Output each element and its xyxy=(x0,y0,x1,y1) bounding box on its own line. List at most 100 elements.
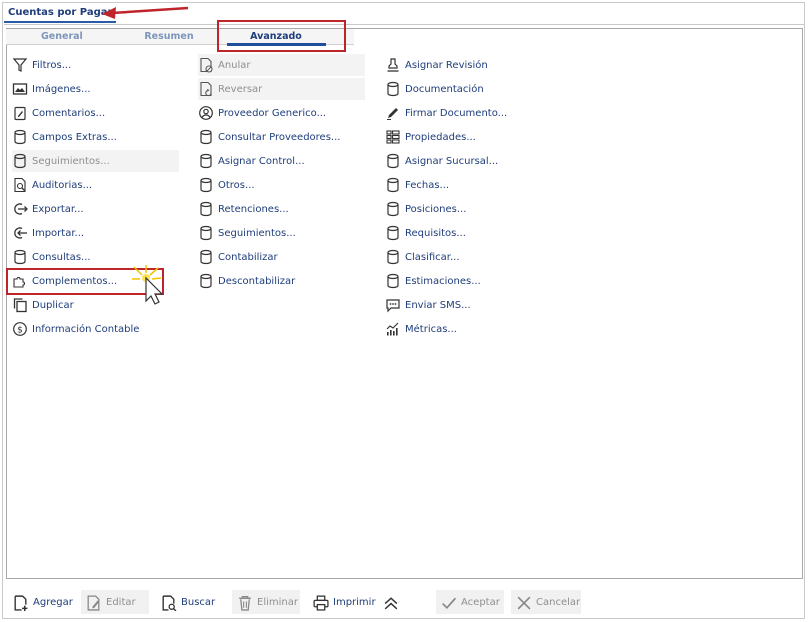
menu-item-consultas[interactable]: Consultas... xyxy=(12,246,91,268)
collapse-button[interactable] xyxy=(378,590,398,614)
menu-item-consultar-proveedores[interactable]: Consultar Proveedores... xyxy=(198,126,340,148)
sms-icon xyxy=(385,297,401,313)
menu-item-retenciones[interactable]: Retenciones... xyxy=(198,198,289,220)
check-icon xyxy=(440,594,457,611)
menu-item-label: Auditorias... xyxy=(32,179,93,191)
menu-item-filtros[interactable]: Filtros... xyxy=(12,54,71,76)
menu-item-label: Información Contable xyxy=(32,323,140,335)
pen-icon xyxy=(385,105,401,121)
menu-item-label: Enviar SMS... xyxy=(405,299,471,311)
menu-item-descontabilizar[interactable]: Descontabilizar xyxy=(198,270,295,292)
menu-item-requisitos[interactable]: Requisitos... xyxy=(385,222,466,244)
menu-item-seguimientos: Seguimientos... xyxy=(12,150,179,172)
menu-item-label: Retenciones... xyxy=(218,203,289,215)
database-icon xyxy=(198,201,214,217)
menu-item-label: Seguimientos... xyxy=(32,155,110,167)
menu-item-label: Filtros... xyxy=(32,59,72,71)
database-icon xyxy=(12,249,28,265)
agregar-button[interactable]: Agregar xyxy=(8,590,77,614)
menu-item-label: Reversar xyxy=(218,83,263,95)
menu-item-enviar-sms[interactable]: Enviar SMS... xyxy=(385,294,471,316)
menu-item-duplicar[interactable]: Duplicar xyxy=(12,294,74,316)
search-document-icon xyxy=(160,594,177,611)
menu-item-label: Firmar Documento... xyxy=(405,107,508,119)
menu-item-clasificar[interactable]: Clasificar... xyxy=(385,246,460,268)
editar-button[interactable]: Editar xyxy=(81,590,149,614)
menu-item-auditorias[interactable]: Auditorias... xyxy=(12,174,92,196)
menu-item-comentarios[interactable]: Comentarios... xyxy=(12,102,105,124)
button-label: Eliminar xyxy=(257,596,298,608)
bottom-toolbar: Agregar Editar Buscar Eliminar Imprimir Acept… xyxy=(6,588,803,616)
database-icon xyxy=(385,81,401,97)
tab-resumen[interactable]: Resumen xyxy=(144,31,194,42)
menu-item-label: Clasificar... xyxy=(405,251,460,263)
menu-item-label: Asignar Sucursal... xyxy=(405,155,499,167)
menu-item-label: Importar... xyxy=(32,227,85,239)
cancelar-button[interactable]: Cancelar xyxy=(511,590,581,614)
menu-item-label: Campos Extras... xyxy=(32,131,117,143)
filter-icon xyxy=(12,57,28,73)
database-icon xyxy=(385,201,401,217)
menu-item-proveedor-generico[interactable]: Proveedor Generico... xyxy=(198,102,326,124)
add-document-icon xyxy=(12,594,29,611)
svg-text:$: $ xyxy=(17,325,23,335)
document-cancel-icon xyxy=(198,57,214,73)
database-icon xyxy=(198,177,214,193)
dollar-circle-icon: $ xyxy=(12,321,28,337)
menu-item-imagenes[interactable]: Imágenes... xyxy=(12,78,91,100)
button-label: Aceptar xyxy=(461,596,500,608)
database-icon xyxy=(12,153,28,169)
menu-item-label: Métricas... xyxy=(405,323,457,335)
user-circle-icon xyxy=(198,105,214,121)
menu-item-label: Descontabilizar xyxy=(218,275,296,287)
menu-item-asignar-control[interactable]: Asignar Control... xyxy=(198,150,305,172)
menu-item-otros[interactable]: Otros... xyxy=(198,174,255,196)
menu-item-asignar-revision[interactable]: Asignar Revisión xyxy=(385,54,488,76)
menu-item-asignar-sucursal[interactable]: Asignar Sucursal... xyxy=(385,150,498,172)
database-icon xyxy=(385,249,401,265)
menu-item-exportar[interactable]: Exportar... xyxy=(12,198,84,220)
edit-icon xyxy=(85,594,102,611)
import-icon xyxy=(12,225,28,241)
menu-item-label: Otros... xyxy=(218,179,255,191)
database-icon xyxy=(198,249,214,265)
database-icon xyxy=(12,129,28,145)
menu-item-label: Propiedades... xyxy=(405,131,476,143)
tab-general[interactable]: General xyxy=(41,31,83,42)
menu-item-estimaciones[interactable]: Estimaciones... xyxy=(385,270,481,292)
menu-item-informacion-contable[interactable]: $ Información Contable xyxy=(12,318,139,340)
database-icon xyxy=(385,225,401,241)
menu-item-metricas[interactable]: Métricas... xyxy=(385,318,457,340)
document-undo-icon xyxy=(198,81,214,97)
menu-item-campos-extras[interactable]: Campos Extras... xyxy=(12,126,117,148)
menu-item-label: Posiciones... xyxy=(405,203,467,215)
menu-item-contabilizar[interactable]: Contabilizar xyxy=(198,246,278,268)
menu-item-firmar-documento[interactable]: Firmar Documento... xyxy=(385,102,507,124)
menu-item-importar[interactable]: Importar... xyxy=(12,222,84,244)
menu-item-fechas[interactable]: Fechas... xyxy=(385,174,449,196)
image-icon xyxy=(12,81,28,97)
trash-icon xyxy=(236,594,253,611)
chevron-double-up-icon xyxy=(382,594,399,611)
database-icon xyxy=(198,129,214,145)
aceptar-button[interactable]: Aceptar xyxy=(436,590,504,614)
audit-search-icon xyxy=(12,177,28,193)
button-label: Cancelar xyxy=(536,596,581,608)
imprimir-button[interactable]: Imprimir xyxy=(308,590,380,614)
menu-item-label: Fechas... xyxy=(405,179,450,191)
export-icon xyxy=(12,201,28,217)
printer-icon xyxy=(312,594,329,611)
buscar-button[interactable]: Buscar xyxy=(156,590,219,614)
menu-item-label: Consultas... xyxy=(32,251,91,263)
menu-item-posiciones[interactable]: Posiciones... xyxy=(385,198,466,220)
menu-item-label: Anular xyxy=(218,59,251,71)
menu-item-label: Seguimientos... xyxy=(218,227,296,239)
menu-item-label: Imágenes... xyxy=(32,83,91,95)
menu-item-propiedades[interactable]: Propiedades... xyxy=(385,126,476,148)
stamp-icon xyxy=(385,57,401,73)
button-label: Editar xyxy=(106,596,136,608)
menu-item-documentacion[interactable]: Documentación xyxy=(385,78,484,100)
properties-list-icon xyxy=(385,129,401,145)
eliminar-button[interactable]: Eliminar xyxy=(232,590,300,614)
menu-item-seguimientos[interactable]: Seguimientos... xyxy=(198,222,296,244)
